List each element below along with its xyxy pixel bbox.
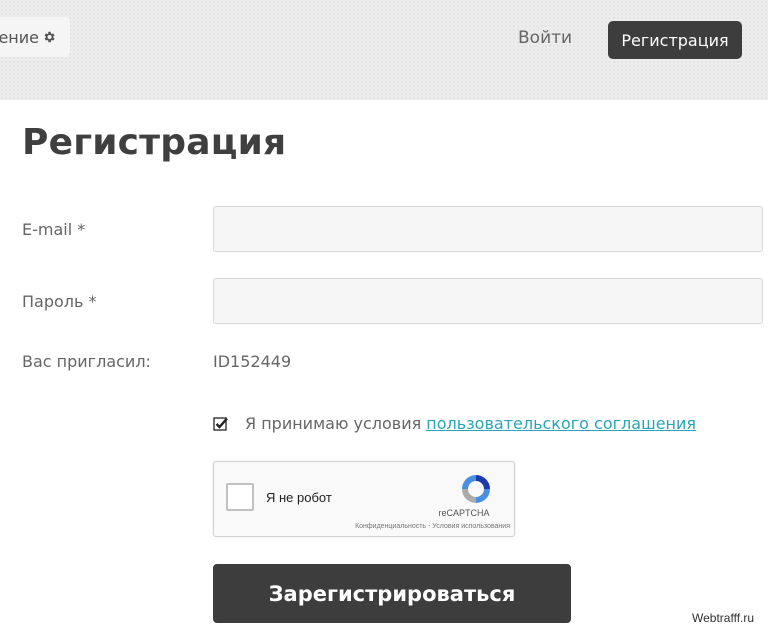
password-field[interactable] bbox=[213, 278, 763, 324]
recaptcha-brand: reCAPTCHA bbox=[438, 508, 490, 518]
settings-label: ение bbox=[0, 27, 39, 47]
login-link[interactable]: Войти bbox=[518, 28, 572, 48]
terms-row: Я принимаю условия пользовательского сог… bbox=[213, 414, 696, 433]
recaptcha-links[interactable]: Конфиденциальность - Условия использован… bbox=[310, 523, 510, 530]
page-title: Регистрация bbox=[22, 122, 287, 163]
terms-link[interactable]: пользовательского соглашения bbox=[426, 414, 696, 433]
settings-tab[interactable]: ение bbox=[0, 17, 70, 57]
registration-page: ение Войти Регистрация Регистрация E-mai… bbox=[0, 0, 768, 629]
submit-button[interactable]: Зарегистрироваться bbox=[213, 564, 571, 623]
recaptcha-checkbox[interactable] bbox=[226, 483, 254, 511]
recaptcha-logo-icon bbox=[458, 471, 494, 507]
inviter-label: Вас пригласил: bbox=[22, 352, 151, 371]
email-field[interactable] bbox=[213, 206, 763, 252]
gear-icon bbox=[42, 30, 56, 44]
terms-text: Я принимаю условия bbox=[245, 414, 422, 433]
recaptcha-widget: Я не робот reCAPTCHA Конфиденциальность … bbox=[213, 461, 515, 537]
inviter-value: ID152449 bbox=[213, 352, 292, 371]
recaptcha-label: Я не робот bbox=[266, 490, 332, 505]
header: ение Войти Регистрация bbox=[0, 0, 768, 100]
watermark: Webtrafff.ru bbox=[692, 611, 755, 625]
check-icon[interactable] bbox=[213, 416, 229, 432]
password-label: Пароль * bbox=[22, 292, 97, 311]
register-button[interactable]: Регистрация bbox=[608, 21, 742, 59]
email-label: E-mail * bbox=[22, 220, 86, 239]
